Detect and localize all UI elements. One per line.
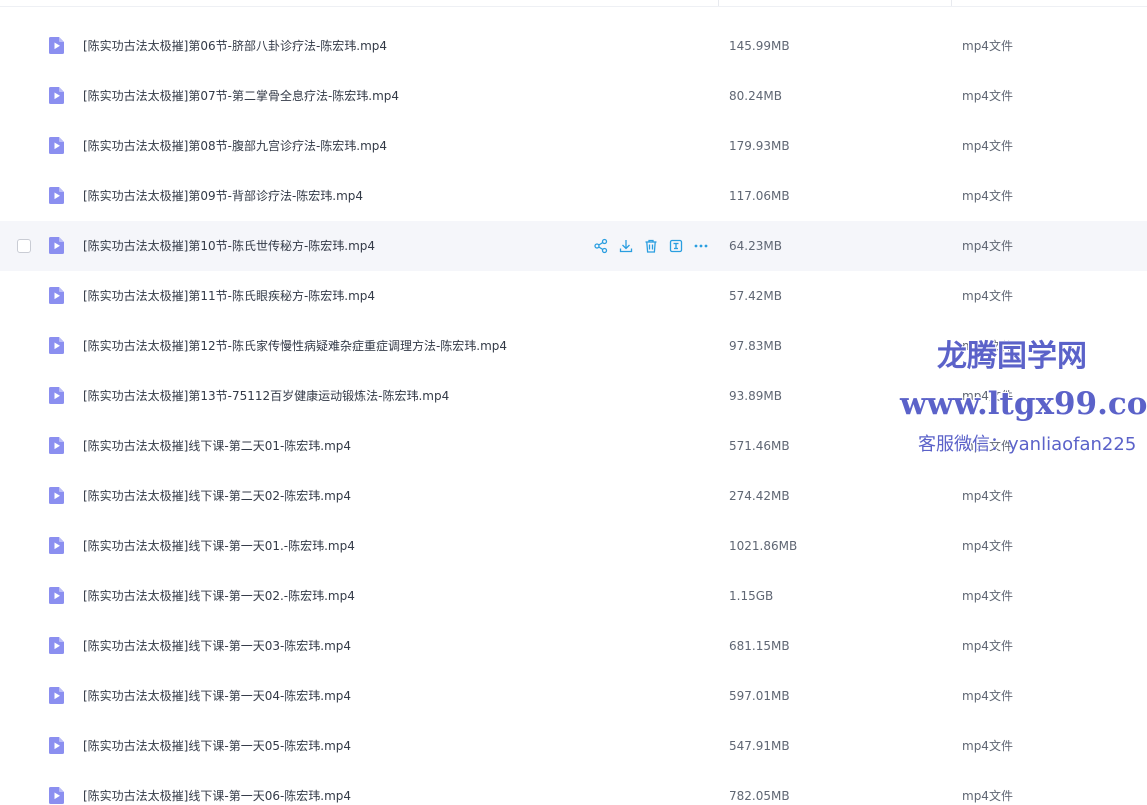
file-type: mp4文件	[962, 139, 1013, 153]
video-file-icon	[47, 286, 66, 305]
file-list: [陈实功古法太极摧]第06节-脐部八卦诊疗法-陈宏玮.mp4 145.99MB mp…	[0, 21, 1147, 805]
file-list-page: [陈实功古法太极摧]第06节-脐部八卦诊疗法-陈宏玮.mp4 145.99MB mp…	[0, 0, 1147, 805]
file-type: mp4文件	[962, 639, 1013, 653]
file-row[interactable]: [陈实功古法太极摧]第13节-75112百岁健康运动锻炼法-陈宏玮.mp4 93.…	[0, 371, 1147, 421]
file-type: mp4文件	[962, 539, 1013, 553]
file-name[interactable]: [陈实功古法太极摧]第06节-脐部八卦诊疗法-陈宏玮.mp4	[83, 38, 387, 54]
file-row[interactable]: [陈实功古法太极摧]线下课-第一天01.-陈宏玮.mp4 1021.86MB mp4…	[0, 521, 1147, 571]
file-name[interactable]: [陈实功古法太极摧]第09节-背部诊疗法-陈宏玮.mp4	[83, 188, 363, 204]
file-row[interactable]: [陈实功古法太极摧]线下课-第一天06-陈宏玮.mp4 782.05MB mp4文件	[0, 771, 1147, 805]
file-row[interactable]: [陈实功古法太极摧]第06节-脐部八卦诊疗法-陈宏玮.mp4 145.99MB mp…	[0, 21, 1147, 71]
delete-icon[interactable]	[643, 238, 659, 254]
file-name[interactable]: [陈实功古法太极摧]第11节-陈氏眼疾秘方-陈宏玮.mp4	[83, 288, 375, 304]
file-size: 179.93MB	[729, 139, 790, 153]
video-file-icon	[47, 536, 66, 555]
share-icon[interactable]	[593, 238, 609, 254]
file-row[interactable]: [陈实功古法太极摧]第08节-腹部九宫诊疗法-陈宏玮.mp4 179.93MB mp…	[0, 121, 1147, 171]
file-type: mp4文件	[962, 689, 1013, 703]
video-file-icon	[47, 86, 66, 105]
file-row[interactable]: [陈实功古法太极摧]第07节-第二掌骨全息疗法-陈宏玮.mp4 80.24MB mp…	[0, 71, 1147, 121]
file-row[interactable]: [陈实功古法太极摧]线下课-第一天03-陈宏玮.mp4 681.15MB mp4文件	[0, 621, 1147, 671]
file-size: 93.89MB	[729, 389, 782, 403]
rename-icon[interactable]	[668, 238, 684, 254]
file-name[interactable]: [陈实功古法太极摧]线下课-第二天01-陈宏玮.mp4	[83, 438, 351, 454]
video-file-icon	[47, 186, 66, 205]
file-size: 117.06MB	[729, 189, 790, 203]
row-actions	[593, 238, 709, 254]
file-size: 64.23MB	[729, 239, 782, 253]
file-size: 97.83MB	[729, 339, 782, 353]
file-type: mp4文件	[962, 189, 1013, 203]
video-file-icon	[47, 486, 66, 505]
more-icon[interactable]	[693, 238, 709, 254]
file-name[interactable]: [陈实功古法太极摧]第08节-腹部九宫诊疗法-陈宏玮.mp4	[83, 138, 387, 154]
file-size: 1021.86MB	[729, 539, 798, 553]
file-type: mp4文件	[962, 39, 1013, 53]
file-row[interactable]: [陈实功古法太极摧]线下课-第一天05-陈宏玮.mp4 547.91MB mp4文件	[0, 721, 1147, 771]
file-name[interactable]: [陈实功古法太极摧]线下课-第一天05-陈宏玮.mp4	[83, 738, 351, 754]
video-file-icon	[47, 386, 66, 405]
file-size: 1.15GB	[729, 589, 774, 603]
file-row[interactable]: [陈实功古法太极摧]线下课-第一天02.-陈宏玮.mp4 1.15GB mp4文件	[0, 571, 1147, 621]
column-separator	[718, 0, 719, 6]
video-file-icon	[47, 36, 66, 55]
column-separator	[951, 0, 952, 6]
video-file-icon	[47, 636, 66, 655]
file-name[interactable]: [陈实功古法太极摧]第10节-陈氏世传秘方-陈宏玮.mp4	[83, 238, 375, 254]
file-name[interactable]: [陈实功古法太极摧]线下课-第一天04-陈宏玮.mp4	[83, 688, 351, 704]
file-name[interactable]: [陈实功古法太极摧]第07节-第二掌骨全息疗法-陈宏玮.mp4	[83, 88, 399, 104]
file-name[interactable]: [陈实功古法太极摧]线下课-第一天01.-陈宏玮.mp4	[83, 538, 355, 554]
video-file-icon	[47, 236, 66, 255]
file-type: mp4文件	[962, 339, 1013, 353]
file-type: mp4文件	[962, 739, 1013, 753]
file-size: 57.42MB	[729, 289, 782, 303]
file-type: mp4文件	[962, 489, 1013, 503]
file-name[interactable]: [陈实功古法太极摧]第13节-75112百岁健康运动锻炼法-陈宏玮.mp4	[83, 388, 449, 404]
file-row[interactable]: [陈实功古法太极摧]第10节-陈氏世传秘方-陈宏玮.mp4 64.23MB mp4文…	[0, 221, 1147, 271]
file-size: 80.24MB	[729, 89, 782, 103]
file-size: 547.91MB	[729, 739, 790, 753]
file-row[interactable]: [陈实功古法太极摧]线下课-第一天04-陈宏玮.mp4 597.01MB mp4文件	[0, 671, 1147, 721]
file-type: mp4文件	[962, 789, 1013, 803]
file-size: 274.42MB	[729, 489, 790, 503]
file-type: mp4文件	[962, 89, 1013, 103]
file-type: mp4文件	[962, 589, 1013, 603]
file-row[interactable]: [陈实功古法太极摧]第09节-背部诊疗法-陈宏玮.mp4 117.06MB mp4文…	[0, 171, 1147, 221]
download-icon[interactable]	[618, 238, 634, 254]
video-file-icon	[47, 736, 66, 755]
video-file-icon	[47, 686, 66, 705]
file-name[interactable]: [陈实功古法太极摧]线下课-第一天03-陈宏玮.mp4	[83, 638, 351, 654]
file-type: mp4文件	[962, 239, 1013, 253]
video-file-icon	[47, 136, 66, 155]
table-header-divider	[0, 0, 1147, 7]
video-file-icon	[47, 586, 66, 605]
video-file-icon	[47, 336, 66, 355]
file-row[interactable]: [陈实功古法太极摧]第11节-陈氏眼疾秘方-陈宏玮.mp4 57.42MB mp4文…	[0, 271, 1147, 321]
video-file-icon	[47, 786, 66, 805]
file-size: 145.99MB	[729, 39, 790, 53]
file-size: 597.01MB	[729, 689, 790, 703]
file-name[interactable]: [陈实功古法太极摧]线下课-第一天02.-陈宏玮.mp4	[83, 588, 355, 604]
file-size: 571.46MB	[729, 439, 790, 453]
file-row[interactable]: [陈实功古法太极摧]第12节-陈氏家传慢性病疑难杂症重症调理方法-陈宏玮.mp4…	[0, 321, 1147, 371]
file-row[interactable]: [陈实功古法太极摧]线下课-第二天01-陈宏玮.mp4 571.46MB mp4文件	[0, 421, 1147, 471]
file-name[interactable]: [陈实功古法太极摧]第12节-陈氏家传慢性病疑难杂症重症调理方法-陈宏玮.mp4	[83, 338, 507, 354]
file-name[interactable]: [陈实功古法太极摧]线下课-第二天02-陈宏玮.mp4	[83, 488, 351, 504]
file-name[interactable]: [陈实功古法太极摧]线下课-第一天06-陈宏玮.mp4	[83, 788, 351, 804]
file-size: 782.05MB	[729, 789, 790, 803]
file-type: mp4文件	[962, 439, 1013, 453]
file-type: mp4文件	[962, 389, 1013, 403]
file-row[interactable]: [陈实功古法太极摧]线下课-第二天02-陈宏玮.mp4 274.42MB mp4文件	[0, 471, 1147, 521]
file-type: mp4文件	[962, 289, 1013, 303]
file-size: 681.15MB	[729, 639, 790, 653]
row-checkbox[interactable]	[17, 239, 31, 253]
video-file-icon	[47, 436, 66, 455]
